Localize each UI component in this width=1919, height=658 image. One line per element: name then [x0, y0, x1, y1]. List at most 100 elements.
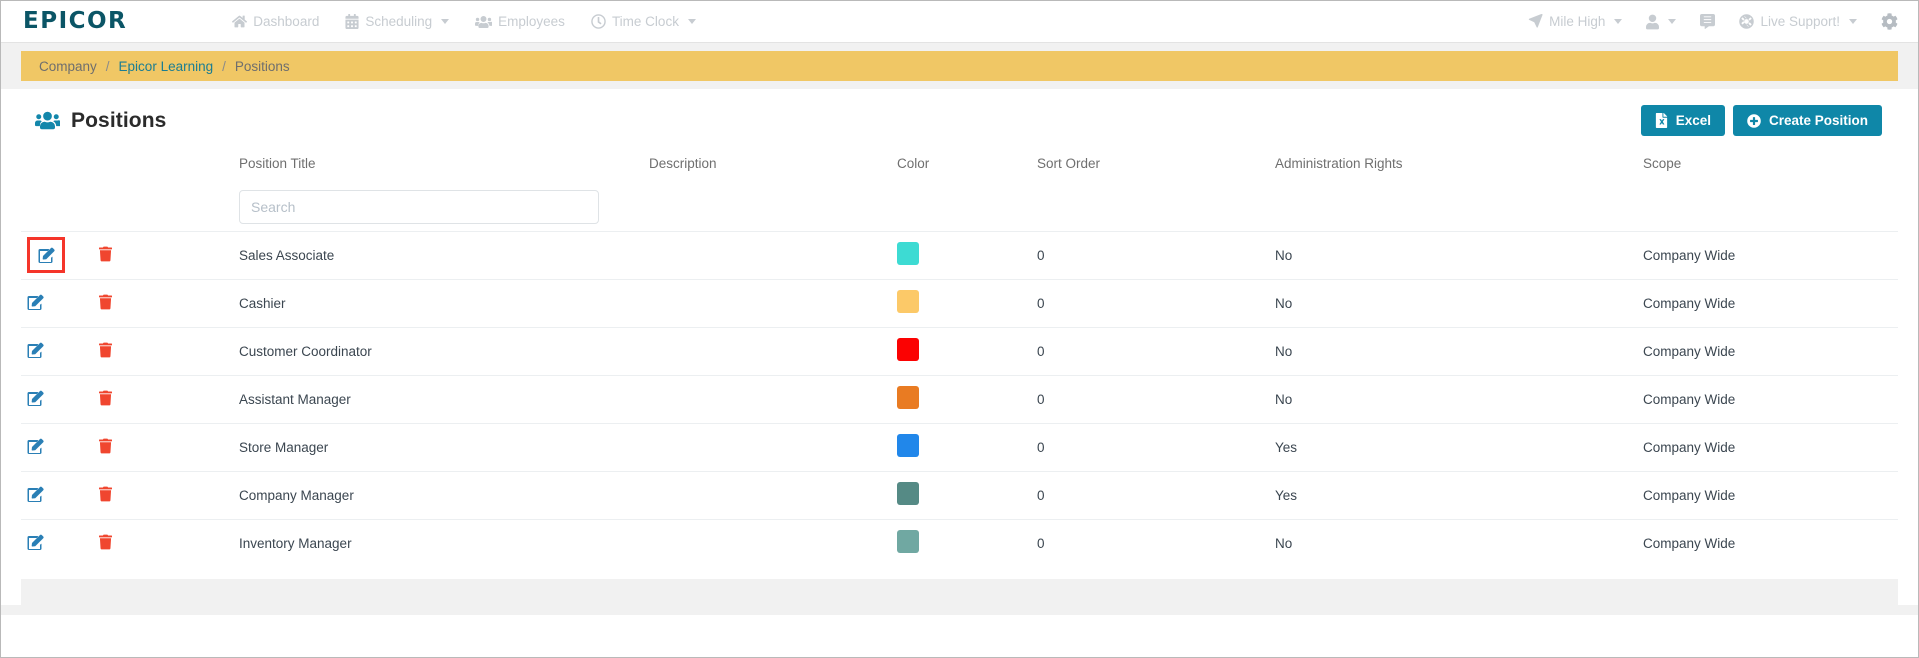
- column-header-description[interactable]: Description: [643, 146, 891, 183]
- row-position-title: Cashier: [233, 278, 643, 327]
- color-swatch: [897, 338, 919, 361]
- chevron-down-icon: [1668, 19, 1677, 24]
- row-delete-cell[interactable]: [93, 470, 233, 519]
- column-header-administration-rights[interactable]: Administration Rights: [1269, 146, 1637, 183]
- page-title-wrap: Positions: [35, 109, 166, 133]
- trash-icon[interactable]: [99, 486, 112, 502]
- edit-icon[interactable]: [27, 438, 44, 454]
- nav-label: Mile High: [1549, 14, 1606, 29]
- search-input[interactable]: [239, 189, 599, 224]
- trash-icon[interactable]: [99, 294, 112, 310]
- search-row-spacer: [643, 183, 1898, 231]
- file-excel-icon: [1655, 113, 1668, 128]
- table-row: Customer Coordinator 0 No Company Wide: [21, 326, 1898, 375]
- breadcrumb-item-epicor-learning[interactable]: Epicor Learning: [119, 59, 214, 74]
- row-edit-cell[interactable]: [21, 278, 93, 327]
- color-swatch: [897, 530, 919, 554]
- row-color-cell: [891, 518, 1031, 567]
- nav-item-dashboard[interactable]: Dashboard: [232, 14, 319, 29]
- row-delete-cell[interactable]: [93, 230, 233, 279]
- edit-icon[interactable]: [27, 534, 44, 550]
- nav-item-scheduling[interactable]: Scheduling: [345, 14, 450, 29]
- color-swatch: [897, 290, 919, 313]
- row-administration-rights: Yes: [1269, 422, 1637, 471]
- row-delete-cell[interactable]: [93, 326, 233, 375]
- chevron-down-icon: [1849, 19, 1857, 24]
- breadcrumb-region: Company / Epicor Learning / Positions: [1, 43, 1918, 81]
- create-position-button[interactable]: Create Position: [1732, 105, 1882, 136]
- edit-icon[interactable]: [27, 342, 44, 358]
- chevron-down-icon: [687, 19, 696, 24]
- row-administration-rights: No: [1269, 374, 1637, 423]
- nav-item-location[interactable]: Mile High: [1528, 14, 1623, 29]
- trash-icon[interactable]: [99, 246, 112, 262]
- row-scope: Company Wide: [1637, 422, 1898, 471]
- row-edit-cell[interactable]: [21, 470, 93, 519]
- row-delete-cell[interactable]: [93, 422, 233, 471]
- users-group-icon: [35, 110, 60, 131]
- row-position-title: Inventory Manager: [233, 518, 643, 567]
- row-edit-cell[interactable]: [21, 422, 93, 471]
- table-row: Company Manager 0 Yes Company Wide: [21, 470, 1898, 519]
- column-header-edit: [21, 146, 93, 183]
- row-delete-cell[interactable]: [93, 518, 233, 567]
- column-header-position-title[interactable]: Position Title: [233, 146, 643, 183]
- row-administration-rights: No: [1269, 518, 1637, 567]
- edit-icon[interactable]: [38, 247, 55, 263]
- edit-icon[interactable]: [27, 390, 44, 406]
- row-color-cell: [891, 278, 1031, 327]
- row-sort-order: 0: [1031, 518, 1269, 567]
- trash-icon[interactable]: [99, 390, 112, 406]
- row-edit-cell[interactable]: [21, 230, 93, 279]
- column-header-sort-order[interactable]: Sort Order: [1031, 146, 1269, 183]
- lifebuoy-icon: [1739, 14, 1755, 29]
- nav-label: Time Clock: [611, 14, 679, 29]
- nav-label: Live Support!: [1760, 14, 1840, 29]
- create-position-button-label: Create Position: [1768, 113, 1868, 128]
- row-sort-order: 0: [1031, 422, 1269, 471]
- row-edit-cell[interactable]: [21, 374, 93, 423]
- edit-button-highlight: [27, 237, 65, 273]
- calendar-icon: [345, 14, 359, 29]
- row-color-cell: [891, 230, 1031, 279]
- row-position-title: Store Manager: [233, 422, 643, 471]
- row-description: [643, 518, 891, 567]
- nav-item-settings[interactable]: [1881, 13, 1898, 30]
- trash-icon[interactable]: [99, 438, 112, 454]
- panel-footer: [21, 579, 1898, 605]
- row-position-title: Company Manager: [233, 470, 643, 519]
- trash-icon[interactable]: [99, 342, 112, 358]
- edit-icon[interactable]: [27, 486, 44, 502]
- row-scope: Company Wide: [1637, 230, 1898, 279]
- trash-icon[interactable]: [99, 534, 112, 550]
- row-delete-cell[interactable]: [93, 374, 233, 423]
- nav-item-live-support[interactable]: Live Support!: [1739, 14, 1857, 29]
- clock-icon: [591, 14, 606, 29]
- edit-icon[interactable]: [27, 294, 44, 310]
- row-delete-cell[interactable]: [93, 278, 233, 327]
- row-scope: Company Wide: [1637, 374, 1898, 423]
- row-description: [643, 230, 891, 279]
- nav-item-time-clock[interactable]: Time Clock: [591, 14, 696, 29]
- row-edit-cell[interactable]: [21, 518, 93, 567]
- nav-item-user-account[interactable]: [1646, 14, 1677, 30]
- column-header-scope[interactable]: Scope: [1637, 146, 1898, 183]
- row-sort-order: 0: [1031, 230, 1269, 279]
- row-description: [643, 374, 891, 423]
- excel-button[interactable]: Excel: [1640, 105, 1725, 136]
- column-header-color[interactable]: Color: [891, 146, 1031, 183]
- row-color-cell: [891, 422, 1031, 471]
- table-row: Sales Associate 0 No Company Wide: [21, 230, 1898, 279]
- row-sort-order: 0: [1031, 470, 1269, 519]
- epicor-logo[interactable]: EPICOR: [23, 10, 127, 33]
- breadcrumb-separator: /: [222, 58, 226, 74]
- main-nav: Dashboard Scheduling Employees Time Cloc…: [232, 14, 696, 29]
- row-edit-cell[interactable]: [21, 326, 93, 375]
- breadcrumb-item-company[interactable]: Company: [39, 59, 97, 74]
- header-actions: Excel Create Position: [1640, 105, 1884, 136]
- row-scope: Company Wide: [1637, 326, 1898, 375]
- nav-item-employees[interactable]: Employees: [475, 14, 565, 29]
- table-row: Inventory Manager 0 No Company Wide: [21, 518, 1898, 567]
- nav-item-messages[interactable]: [1700, 14, 1716, 29]
- row-color-cell: [891, 326, 1031, 375]
